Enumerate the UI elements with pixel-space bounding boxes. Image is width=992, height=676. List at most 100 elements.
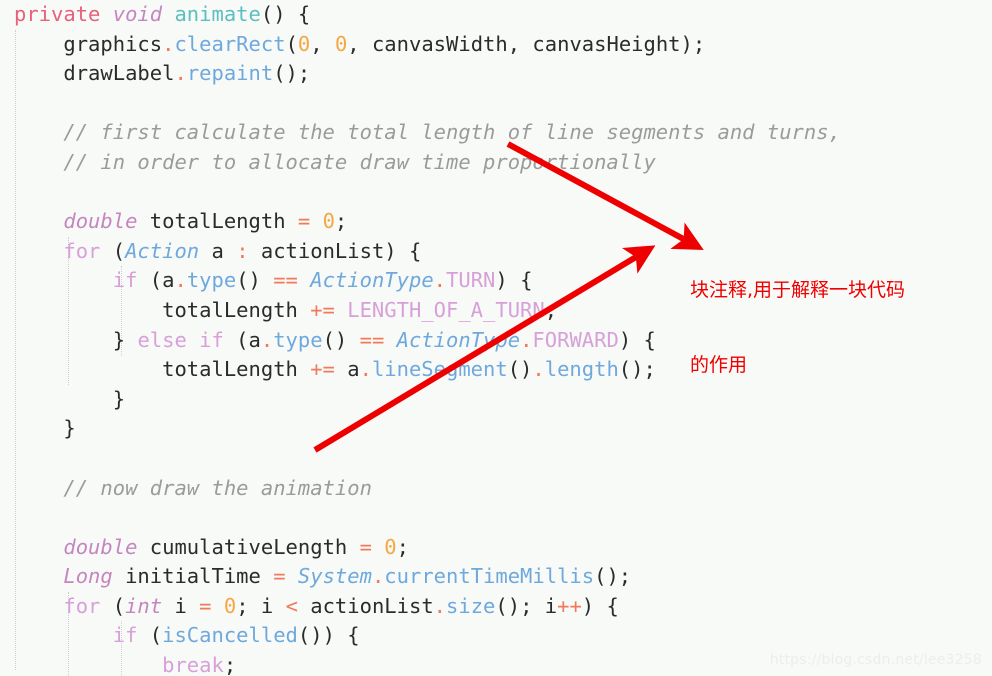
code-token: ; <box>396 534 409 559</box>
code-token: ) { <box>581 593 619 618</box>
code-token: ActionType <box>396 327 521 352</box>
code-line[interactable] <box>0 444 992 474</box>
code-token: else <box>137 327 187 352</box>
code-token: 0 <box>384 534 397 559</box>
code-token: . <box>371 564 385 589</box>
code-token: 0 <box>334 31 348 56</box>
code-line[interactable] <box>0 89 992 119</box>
code-line[interactable] <box>0 503 992 533</box>
code-token: // now draw the animation <box>63 475 372 500</box>
code-token: ) { <box>495 268 533 293</box>
code-token: = <box>297 209 311 234</box>
code-token: void <box>112 2 163 26</box>
code-token: Action <box>125 238 200 263</box>
code-token: totalLength <box>162 357 298 382</box>
code-token: lineSegment <box>371 357 508 382</box>
code-token: : <box>236 238 249 263</box>
code-token: (); <box>594 564 632 589</box>
code-line[interactable]: for (int i = 0; i < actionList.size(); i… <box>0 592 992 622</box>
code-token: 0 <box>297 31 311 56</box>
code-token: ( <box>223 327 249 352</box>
code-token: 0 <box>322 209 335 234</box>
code-line[interactable]: // first calculate the total length of l… <box>0 118 992 148</box>
code-token: a <box>162 268 175 293</box>
code-line[interactable]: double totalLength = 0; <box>0 207 992 237</box>
code-token: canvasHeight <box>532 31 681 56</box>
code-line[interactable]: double cumulativeLength = 0; <box>0 533 992 563</box>
code-token: if <box>199 327 224 352</box>
code-token: = <box>199 593 212 618</box>
code-token: break <box>162 653 224 676</box>
code-line[interactable]: graphics.clearRect(0, 0, canvasWidth, ca… <box>0 30 992 60</box>
code-token: ; <box>334 209 348 234</box>
code-line[interactable]: } <box>0 414 992 444</box>
code-token: () <box>322 327 360 352</box>
code-line[interactable]: // in order to allocate draw time propor… <box>0 148 992 178</box>
code-token: TURN <box>446 268 496 293</box>
code-line[interactable]: totalLength += a.lineSegment().length(); <box>0 355 992 385</box>
code-token: ); <box>680 31 706 56</box>
code-token: graphics <box>63 31 163 56</box>
code-token: ()) { <box>297 623 360 648</box>
code-line[interactable]: drawLabel.repaint(); <box>0 59 992 89</box>
code-line[interactable]: if (isCancelled()) { <box>0 621 992 651</box>
code-line[interactable]: totalLength += LENGTH_OF_A_TURN; <box>0 296 992 326</box>
code-token: // in order to allocate draw time propor… <box>63 149 656 174</box>
code-token: . <box>162 31 175 56</box>
code-token: ( <box>137 623 163 648</box>
code-token: private <box>14 2 101 26</box>
code-editor-surface[interactable]: private void animate() { graphics.clearR… <box>0 0 992 676</box>
code-token: int <box>125 593 163 618</box>
code-line[interactable]: // now draw the animation <box>0 474 992 504</box>
code-line[interactable]: for (Action a : actionList) { <box>0 237 992 267</box>
code-line[interactable]: } else if (a.type() == ActionType.FORWAR… <box>0 326 992 356</box>
code-token: < <box>285 593 298 618</box>
code-token: ( <box>100 238 126 263</box>
code-token: } <box>112 386 126 411</box>
code-token: totalLength <box>149 209 286 234</box>
code-token: ; <box>223 653 237 676</box>
code-token: repaint <box>186 61 274 86</box>
code-token: if <box>112 268 138 293</box>
code-token: a <box>199 238 237 263</box>
code-line[interactable]: if (a.type() == ActionType.TURN) { <box>0 266 992 296</box>
code-line[interactable]: Long initialTime = System.currentTimeMil… <box>0 562 992 592</box>
code-token: ; i <box>236 593 286 618</box>
code-token: ( <box>285 31 298 56</box>
code-token: () <box>236 268 274 293</box>
code-token: i <box>162 593 200 618</box>
code-token: a <box>248 327 261 352</box>
code-token: for <box>63 593 101 618</box>
code-token: . <box>174 268 187 293</box>
code-token: size <box>446 593 496 618</box>
code-token: += <box>310 357 335 382</box>
code-token: = <box>359 534 372 559</box>
code-token: ) { <box>384 238 422 263</box>
code-line[interactable]: } <box>0 385 992 415</box>
code-line[interactable] <box>0 178 992 208</box>
code-line[interactable]: private void animate() { <box>0 0 992 30</box>
code-token: animate <box>174 2 261 26</box>
code-token: drawLabel <box>63 61 175 86</box>
